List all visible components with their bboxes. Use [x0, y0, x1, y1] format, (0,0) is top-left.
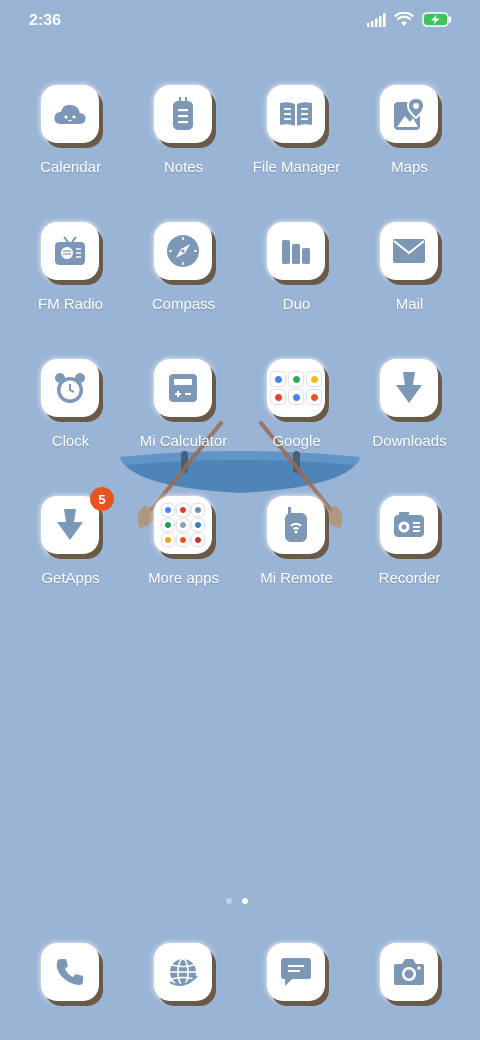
drive-icon: [289, 372, 303, 386]
clock-time: 2:36: [29, 12, 62, 29]
folder-tile[interactable]: [267, 359, 325, 417]
status-bar: 2:36: [0, 0, 480, 44]
app-mini-icon: [162, 519, 174, 531]
app-tile[interactable]: [41, 943, 99, 1001]
app-label: Recorder: [378, 570, 441, 587]
alarm-clock-icon: [55, 373, 85, 403]
phone-icon: [56, 959, 83, 985]
app-tile[interactable]: [380, 496, 438, 554]
compass-icon: [167, 235, 199, 267]
photos-icon: [271, 390, 285, 404]
map-pin-icon: [394, 97, 425, 130]
app-tile[interactable]: [380, 85, 438, 143]
app-file-manager[interactable]: File Manager: [240, 82, 353, 219]
chrome-icon: [307, 372, 321, 386]
app-clock[interactable]: Clock: [14, 356, 127, 493]
app-compass[interactable]: Compass: [127, 219, 240, 356]
app-mini-icon: [192, 534, 204, 546]
app-grid: Calendar Notes File Manager Maps FM Radi…: [14, 82, 466, 630]
app-tile[interactable]: [267, 943, 325, 1001]
app-recorder[interactable]: Recorder: [353, 493, 466, 630]
app-row: Calendar Notes File Manager Maps: [14, 82, 466, 219]
app-tile[interactable]: [41, 496, 99, 554]
page-dot-active[interactable]: [242, 898, 248, 904]
app-mini-icon: [192, 504, 204, 516]
app-mini-icon: [177, 504, 189, 516]
app-mi-calculator[interactable]: Mi Calculator: [127, 356, 240, 493]
app-tile[interactable]: [380, 359, 438, 417]
globe-icon: [169, 958, 198, 987]
app-tile[interactable]: [41, 359, 99, 417]
page-indicator: [226, 898, 248, 904]
google-icon: [271, 372, 285, 386]
app-row: FM Radio Compass Duo Mail: [14, 219, 466, 356]
battery-charging-icon: [422, 12, 452, 27]
app-label: Downloads: [372, 433, 447, 450]
wifi-icon: [394, 12, 414, 26]
remote-icon: [285, 507, 307, 542]
app-mini-icon: [162, 534, 174, 546]
app-getapps[interactable]: 5 GetApps: [14, 487, 127, 630]
dock-browser[interactable]: [127, 940, 240, 1010]
app-mini-icon: [177, 534, 189, 546]
notification-badge: 5: [90, 487, 114, 511]
app-tile[interactable]: [154, 359, 212, 417]
status-icons: [366, 12, 452, 27]
app-mini-icon: [162, 504, 174, 516]
app-tile[interactable]: [154, 85, 212, 143]
app-duo[interactable]: Duo: [240, 219, 353, 356]
signal-icon: [367, 12, 386, 27]
app-notes[interactable]: Notes: [127, 82, 240, 219]
app-maps[interactable]: Maps: [353, 82, 466, 219]
notes-icon: [173, 97, 193, 130]
folder-tile[interactable]: [154, 496, 212, 554]
youtube-icon: [307, 390, 321, 404]
app-tile[interactable]: [267, 222, 325, 280]
message-bubble-icon: [281, 958, 311, 986]
app-tile[interactable]: [41, 222, 99, 280]
app-mi-remote[interactable]: Mi Remote: [240, 493, 353, 630]
app-tile[interactable]: [267, 85, 325, 143]
app-downloads[interactable]: Downloads: [353, 356, 466, 493]
calculator-icon: [169, 374, 197, 402]
bar-chart-icon: [282, 240, 310, 264]
radio-tv-icon: [55, 236, 85, 265]
app-tile[interactable]: [154, 222, 212, 280]
app-calendar[interactable]: Calendar: [14, 82, 127, 219]
app-tile[interactable]: [267, 496, 325, 554]
dock-phone[interactable]: [14, 940, 127, 1010]
app-tile[interactable]: [380, 943, 438, 1001]
dock-camera[interactable]: [353, 940, 466, 1010]
app-fm-radio[interactable]: FM Radio: [14, 219, 127, 356]
page-dot[interactable]: [226, 898, 232, 904]
download-arrow-icon: [57, 509, 83, 540]
camera-icon: [394, 959, 424, 985]
mail-icon: [393, 239, 425, 263]
dock: [14, 940, 466, 1010]
app-tile[interactable]: [380, 222, 438, 280]
dock-messages[interactable]: [240, 940, 353, 1010]
download-arrow-icon: [396, 372, 422, 403]
app-more-apps-folder[interactable]: More apps: [127, 493, 240, 630]
app-label: Maps: [391, 159, 428, 176]
app-row: 5 GetApps More apps Mi Remote Recorder: [14, 487, 466, 630]
cloud-icon: [54, 104, 86, 124]
app-label: Mail: [395, 296, 424, 313]
app-mini-icon: [177, 519, 189, 531]
recorder-icon: [394, 512, 424, 537]
folder-preview: [271, 372, 321, 404]
assistant-icon: [289, 390, 303, 404]
app-row: Clock Mi Calculator Google Downloads: [14, 356, 466, 493]
app-mini-icon: [192, 519, 204, 531]
folder-preview: [162, 504, 204, 546]
app-tile[interactable]: [41, 85, 99, 143]
app-google-folder[interactable]: Google: [240, 356, 353, 493]
app-mail[interactable]: Mail: [353, 219, 466, 356]
open-book-icon: [280, 102, 312, 126]
app-tile[interactable]: [154, 943, 212, 1001]
